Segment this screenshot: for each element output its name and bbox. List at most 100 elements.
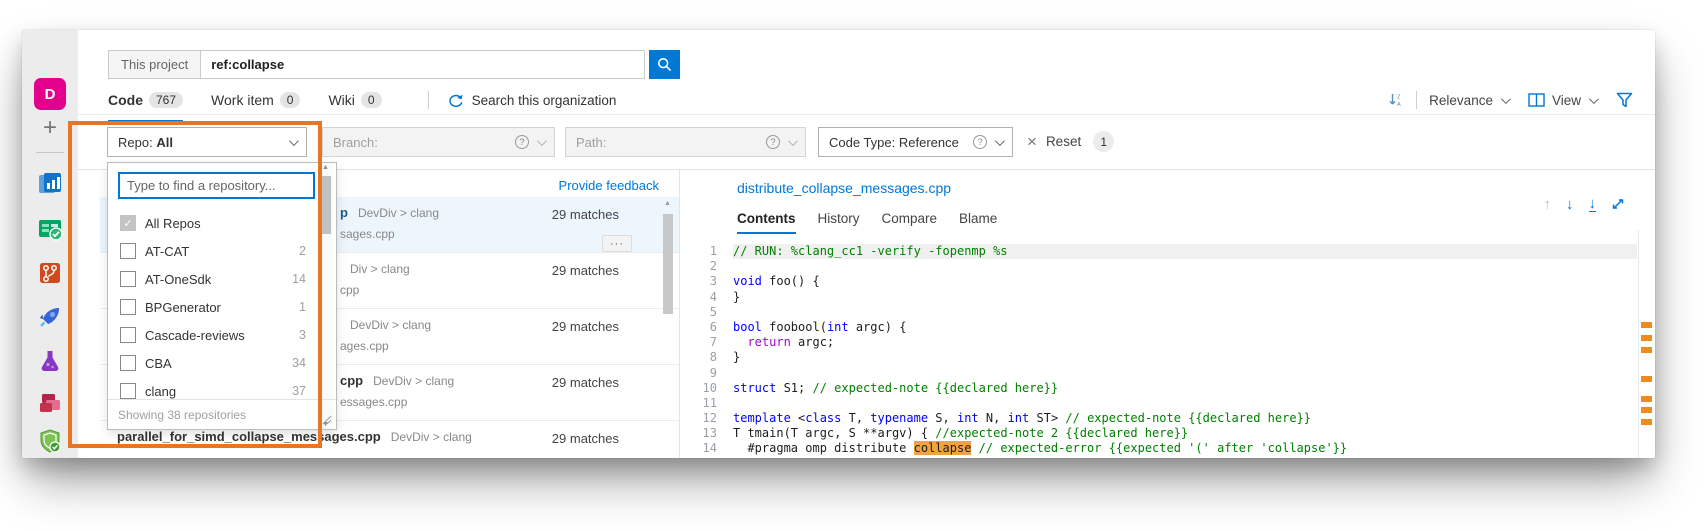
match-marker[interactable] — [1641, 407, 1652, 413]
shield-icon — [37, 428, 63, 454]
line-number: 6 — [691, 320, 717, 335]
line-number: 10 — [691, 381, 717, 396]
previous-match-button[interactable]: ↑ — [1544, 197, 1552, 212]
repo-search-input[interactable] — [118, 172, 315, 199]
match-marker[interactable] — [1641, 396, 1652, 402]
repo-option[interactable]: AT-CAT2 — [108, 237, 336, 265]
result-title-line: parallel_for_simd_collapse_messages.cpp D… — [117, 429, 549, 444]
checkbox-icon[interactable] — [120, 383, 136, 399]
sidebar-item-boards[interactable] — [22, 216, 78, 242]
svg-text:Z: Z — [1397, 95, 1401, 101]
resize-grip-icon[interactable] — [322, 415, 332, 425]
code-editor[interactable]: 1// RUN: %clang_cc1 -verify -fopenmp %s2… — [691, 244, 1637, 458]
checkbox-icon[interactable] — [120, 271, 136, 287]
tab-wiki[interactable]: Wiki 0 — [328, 86, 381, 114]
file-tab-blame[interactable]: Blame — [959, 211, 997, 234]
results-tab-bar: Code 767 Work item 0 Wiki 0 S — [108, 86, 1633, 114]
project-avatar[interactable]: D — [22, 78, 78, 110]
dropdown-scrollbar[interactable]: ▲ ▼ — [320, 163, 333, 429]
match-marker[interactable] — [1641, 335, 1652, 341]
checkbox-icon[interactable] — [120, 327, 136, 343]
line-number: 3 — [691, 274, 717, 289]
result-repo-path: DevDiv > clang — [391, 430, 472, 444]
result-filename[interactable]: parallel_for_simd_collapse_messages.cpp — [117, 429, 381, 444]
scroll-up-icon[interactable]: ▲ — [322, 164, 329, 171]
match-marker[interactable] — [1641, 376, 1652, 382]
reset-count-badge: 1 — [1093, 131, 1114, 152]
code-text: void foo() { — [733, 274, 1637, 289]
search-scope-chip[interactable]: This project — [108, 50, 200, 79]
repo-filter-dropdown[interactable]: Repo: All — [107, 127, 307, 157]
repo-option[interactable]: ✓All Repos — [108, 209, 336, 237]
repo-option-label: AT-CAT — [145, 244, 189, 259]
match-marker[interactable] — [1641, 419, 1652, 425]
more-options-button[interactable]: ··· — [602, 235, 632, 252]
search-button[interactable] — [649, 50, 680, 79]
repo-option[interactable]: CBA34 — [108, 349, 336, 377]
file-tab-history[interactable]: History — [818, 211, 860, 234]
match-marker[interactable] — [1641, 322, 1652, 328]
checkbox-icon[interactable] — [120, 243, 136, 259]
add-project-button[interactable]: + — [22, 118, 78, 138]
repo-match-count: 34 — [292, 356, 306, 370]
code-line: 10struct S1; // expected-note {{declared… — [691, 381, 1637, 396]
repo-option[interactable]: BPGenerator1 — [108, 293, 336, 321]
tab-code[interactable]: Code 767 — [108, 86, 183, 114]
sidebar-divider — [36, 152, 64, 153]
view-dropdown[interactable]: View — [1528, 93, 1596, 108]
checkbox-icon[interactable] — [120, 355, 136, 371]
sidebar-item-artifacts[interactable] — [22, 390, 78, 416]
chevron-down-icon — [995, 136, 1005, 146]
repo-option[interactable]: Cascade-reviews3 — [108, 321, 336, 349]
repo-option-label: clang — [145, 384, 176, 399]
sidebar-item-repos[interactable] — [22, 260, 78, 286]
scroll-up-icon[interactable]: ▲ — [664, 200, 671, 207]
search-input[interactable] — [200, 50, 645, 79]
overview-icon — [37, 170, 63, 196]
avatar[interactable]: D — [34, 78, 66, 110]
sort-dropdown[interactable]: Relevance — [1429, 93, 1508, 108]
branch-filter-dropdown: Branch: ? — [322, 127, 555, 157]
code-type-filter-dropdown[interactable]: Code Type: Reference ? — [818, 127, 1013, 157]
line-number: 2 — [691, 259, 717, 274]
next-match-button[interactable]: ↓ — [1566, 197, 1574, 212]
reset-filters-button[interactable]: × Reset 1 — [1027, 131, 1114, 152]
file-tab-contents[interactable]: Contents — [737, 211, 796, 234]
sidebar-item-overview[interactable] — [22, 170, 78, 196]
repo-option[interactable]: AT-OneSdk14 — [108, 265, 336, 293]
tab-work-item[interactable]: Work item 0 — [211, 86, 300, 114]
code-line: 1// RUN: %clang_cc1 -verify -fopenmp %s — [691, 244, 1637, 259]
result-filename[interactable]: cpp — [340, 373, 363, 388]
scrollbar-thumb[interactable] — [663, 214, 673, 314]
download-button[interactable]: ↓ — [1589, 196, 1597, 212]
app-sidebar: D + — [22, 30, 78, 458]
sidebar-item-pipelines[interactable] — [22, 304, 78, 330]
code-text — [733, 305, 1637, 320]
result-title-line: p DevDiv > clang — [340, 205, 549, 220]
result-file-path: ages.cpp — [340, 339, 389, 353]
checkbox-icon[interactable] — [120, 299, 136, 315]
provide-feedback-link[interactable]: Provide feedback — [559, 178, 659, 193]
results-scrollbar[interactable]: ▲ — [662, 200, 675, 458]
filter-toggle-button[interactable] — [1616, 92, 1633, 108]
org-search-arrow-icon — [447, 93, 464, 108]
result-repo-path: DevDiv > clang — [358, 206, 439, 220]
line-number: 7 — [691, 335, 717, 350]
scrollbar-thumb[interactable] — [321, 176, 331, 234]
repo-count-footer: Showing 38 repositories — [108, 399, 336, 429]
file-tab-compare[interactable]: Compare — [882, 211, 938, 234]
checkbox-icon[interactable]: ✓ — [120, 215, 136, 231]
sort-order-button[interactable]: Z A — [1388, 92, 1404, 108]
sidebar-item-compliance[interactable] — [22, 428, 78, 454]
search-organization-link[interactable]: Search this organization — [447, 93, 617, 108]
expand-fullscreen-button[interactable] — [1611, 197, 1625, 211]
result-match-count: 29 matches — [552, 319, 619, 334]
file-name-link[interactable]: distribute_collapse_messages.cpp — [737, 180, 951, 196]
repo-dropdown-flyout: ✓All ReposAT-CAT2AT-OneSdk14BPGenerator1… — [107, 162, 337, 430]
result-filename[interactable]: p — [340, 205, 348, 220]
split-view-icon — [1528, 93, 1545, 107]
line-number: 14 — [691, 441, 717, 456]
line-number: 12 — [691, 411, 717, 426]
sidebar-item-test-plans[interactable] — [22, 348, 78, 374]
match-marker[interactable] — [1641, 347, 1652, 353]
